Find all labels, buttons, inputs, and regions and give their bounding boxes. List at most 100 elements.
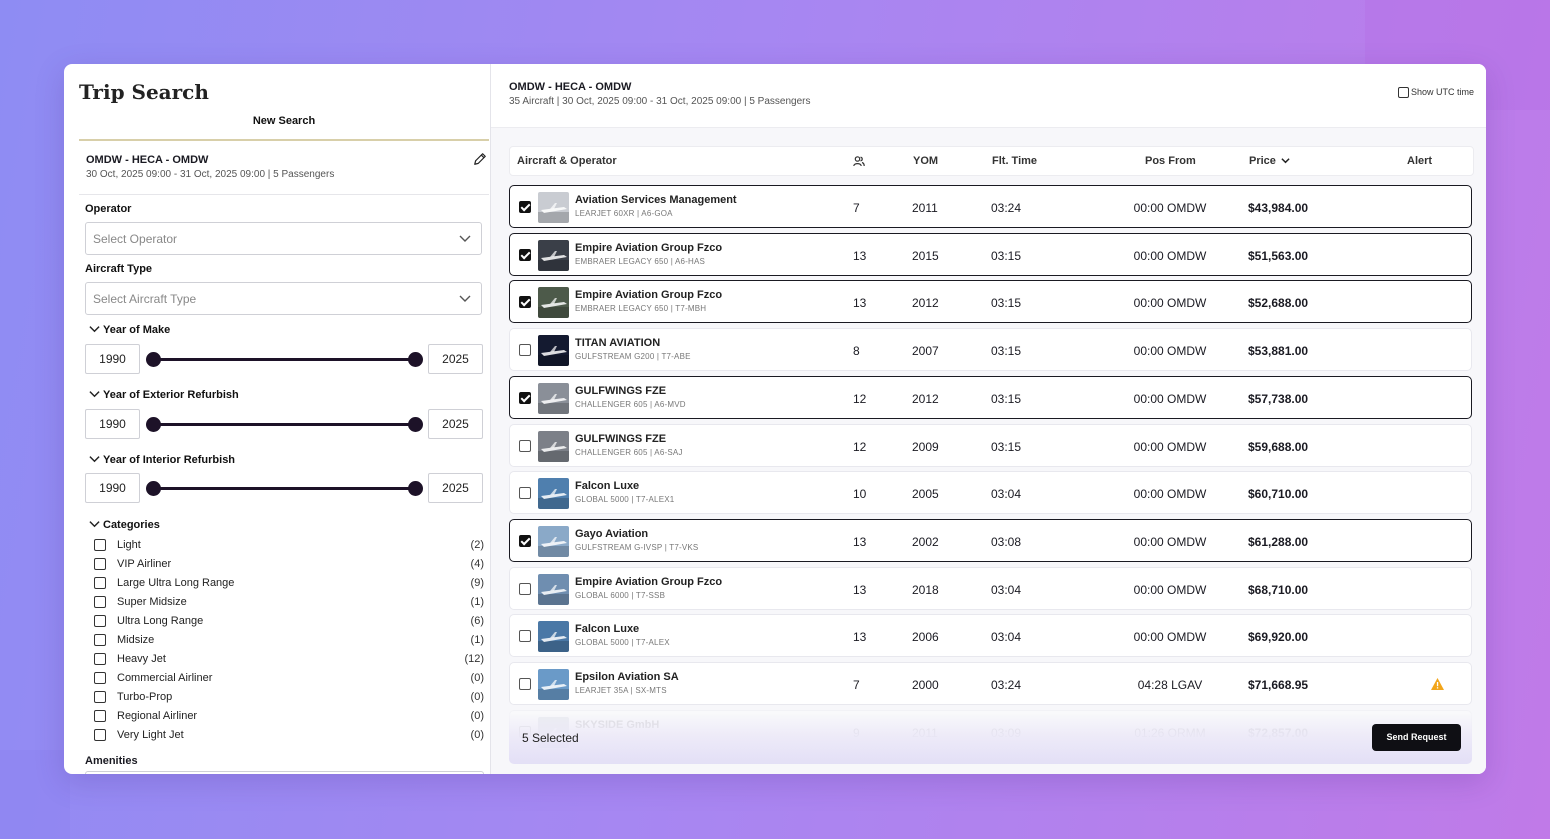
exterior-refurbish-max-handle[interactable] xyxy=(408,417,423,432)
interior-refurbish-min-handle[interactable] xyxy=(146,481,161,496)
category-item[interactable]: Regional Airliner (0) xyxy=(94,709,484,725)
chevron-down-icon xyxy=(89,521,100,528)
amenities-select[interactable] xyxy=(85,771,484,774)
price: $60,710.00 xyxy=(1248,487,1309,502)
category-label: Commercial Airliner xyxy=(117,672,213,684)
selected-count: 5 Selected xyxy=(522,731,579,745)
aircraft-row[interactable]: GULFWINGS FZE CHALLENGER 605 | A6-SAJ 12 20… xyxy=(509,423,1472,467)
aircraft-type-select[interactable]: Select Aircraft Type xyxy=(85,282,482,315)
aircraft-row[interactable]: Empire Aviation Group Fzco GLOBAL 6000 | … xyxy=(509,566,1472,610)
exterior-refurbish-track xyxy=(153,423,416,426)
year-of-make-min-handle[interactable] xyxy=(146,352,161,367)
category-checkbox[interactable] xyxy=(94,729,106,741)
interior-refurbish-max[interactable]: 2025 xyxy=(428,473,483,503)
category-item[interactable]: Ultra Long Range (6) xyxy=(94,614,484,630)
year-of-make-max-handle[interactable] xyxy=(408,352,423,367)
col-yom[interactable]: YOM xyxy=(913,155,938,167)
year-of-make-min[interactable]: 1990 xyxy=(85,344,140,374)
col-pos-from[interactable]: Pos From xyxy=(1145,155,1196,167)
aircraft-row[interactable]: Falcon Luxe GLOBAL 5000 | T7-ALEX1 10 2005 0… xyxy=(509,471,1472,515)
interior-refurbish-max-handle[interactable] xyxy=(408,481,423,496)
background-decor xyxy=(0,750,70,839)
interior-refurbish-toggle[interactable]: Year of Interior Refurbish xyxy=(89,453,235,466)
category-checkbox[interactable] xyxy=(94,634,106,646)
edit-pencil-icon[interactable] xyxy=(473,152,487,166)
year-of-make-max[interactable]: 2025 xyxy=(428,344,483,374)
exterior-refurbish-min-handle[interactable] xyxy=(146,417,161,432)
aircraft-row[interactable]: Empire Aviation Group Fzco EMBRAER LEGACY… xyxy=(509,280,1472,324)
operator-name: Gayo Aviation xyxy=(575,527,649,540)
category-checkbox[interactable] xyxy=(94,596,106,608)
row-checkbox[interactable] xyxy=(519,630,531,643)
category-item[interactable]: Super Midsize (1) xyxy=(94,595,484,611)
operator-placeholder: Select Operator xyxy=(93,232,178,246)
category-checkbox[interactable] xyxy=(94,615,106,627)
aircraft-row[interactable]: GULFWINGS FZE CHALLENGER 605 | A6-MVD 12 20… xyxy=(509,375,1472,419)
show-utc-toggle[interactable]: Show UTC time xyxy=(1397,87,1474,98)
row-checkbox[interactable] xyxy=(519,534,531,547)
operator-name: Falcon Luxe xyxy=(575,623,640,636)
category-item[interactable]: Very Light Jet (0) xyxy=(94,728,484,744)
categories-toggle[interactable]: Categories xyxy=(89,518,160,531)
aircraft-model-registration: EMBRAER LEGACY 650 | A6-HAS xyxy=(575,256,706,266)
category-checkbox[interactable] xyxy=(94,539,106,551)
row-checkbox[interactable] xyxy=(519,344,531,357)
aircraft-row[interactable]: Falcon Luxe GLOBAL 5000 | T7-ALEX 13 2006 03… xyxy=(509,614,1472,658)
category-checkbox[interactable] xyxy=(94,691,106,703)
row-checkbox[interactable] xyxy=(519,248,531,261)
price: $61,288.00 xyxy=(1248,534,1309,549)
row-checkbox[interactable] xyxy=(519,296,531,309)
category-checkbox[interactable] xyxy=(94,672,106,684)
route-details: 30 Oct, 2025 09:00 - 31 Oct, 2025 09:00 … xyxy=(86,169,335,180)
operator-select[interactable]: Select Operator xyxy=(85,222,482,255)
aircraft-thumbnail xyxy=(538,478,569,510)
aircraft-row[interactable]: Aviation Services Management LEARJET 60XR… xyxy=(509,185,1472,228)
route-title: OMDW - HECA - OMDW xyxy=(86,154,209,166)
category-count: (1) xyxy=(470,596,484,608)
row-checkbox[interactable] xyxy=(519,678,531,690)
page-title: Trip Search xyxy=(79,80,209,104)
category-checkbox[interactable] xyxy=(94,710,106,722)
aircraft-row[interactable]: Epsilon Aviation SA LEARJET 35A | SX-MTS 7… xyxy=(509,662,1472,705)
aircraft-row[interactable]: Gayo Aviation GULFSTREAM G-IVSP | T7-VKS 1… xyxy=(509,518,1472,562)
row-checkbox[interactable] xyxy=(519,391,531,404)
category-checkbox[interactable] xyxy=(94,577,106,589)
category-count: (6) xyxy=(470,615,484,627)
aircraft-model-registration: LEARJET 35A | SX-MTS xyxy=(575,686,667,695)
exterior-refurbish-toggle[interactable]: Year of Exterior Refurbish xyxy=(89,388,239,401)
new-search-tab[interactable]: New Search xyxy=(79,115,489,127)
category-item[interactable]: VIP Airliner (4) xyxy=(94,557,484,573)
category-item[interactable]: Commercial Airliner (0) xyxy=(94,671,484,687)
category-checkbox[interactable] xyxy=(94,653,106,665)
utc-checkbox[interactable] xyxy=(1397,87,1409,98)
row-checkbox[interactable] xyxy=(519,201,531,213)
year-of-make: 2005 xyxy=(912,487,939,502)
amenities-label: Amenities xyxy=(85,755,138,767)
col-price[interactable]: Price xyxy=(1249,155,1290,167)
aircraft-row[interactable]: TITAN AVIATION GULFSTREAM G200 | T7-ABE 8 2… xyxy=(509,328,1472,372)
col-flight-time[interactable]: Flt. Time xyxy=(992,155,1037,167)
interior-refurbish-min[interactable]: 1990 xyxy=(85,473,140,503)
category-item[interactable]: Turbo-Prop (0) xyxy=(94,690,484,706)
row-checkbox[interactable] xyxy=(519,582,531,595)
send-request-button[interactable]: Send Request xyxy=(1372,724,1461,751)
row-checkbox[interactable] xyxy=(519,487,531,500)
category-item[interactable]: Midsize (1) xyxy=(94,633,484,649)
warning-icon[interactable] xyxy=(1430,677,1445,691)
passenger-capacity: 8 xyxy=(853,344,860,359)
aircraft-row[interactable]: Empire Aviation Group Fzco EMBRAER LEGACY… xyxy=(509,232,1472,276)
category-checkbox[interactable] xyxy=(94,558,106,570)
price: $69,920.00 xyxy=(1248,630,1309,645)
results-summary: 35 Aircraft | 30 Oct, 2025 09:00 - 31 Oc… xyxy=(509,96,811,107)
category-item[interactable]: Light (2) xyxy=(94,538,484,554)
year-of-make: 2012 xyxy=(912,391,939,406)
row-checkbox[interactable] xyxy=(519,439,531,452)
exterior-refurbish-min[interactable]: 1990 xyxy=(85,409,140,439)
exterior-refurbish-max[interactable]: 2025 xyxy=(428,409,483,439)
category-item[interactable]: Heavy Jet (12) xyxy=(94,652,484,668)
col-aircraft-operator[interactable]: Aircraft & Operator xyxy=(517,155,617,167)
category-item[interactable]: Large Ultra Long Range (9) xyxy=(94,576,484,592)
year-of-make-toggle[interactable]: Year of Make xyxy=(89,323,170,336)
aircraft-thumbnail xyxy=(538,669,569,700)
position-from: 00:00 OMDW xyxy=(1133,534,1207,549)
